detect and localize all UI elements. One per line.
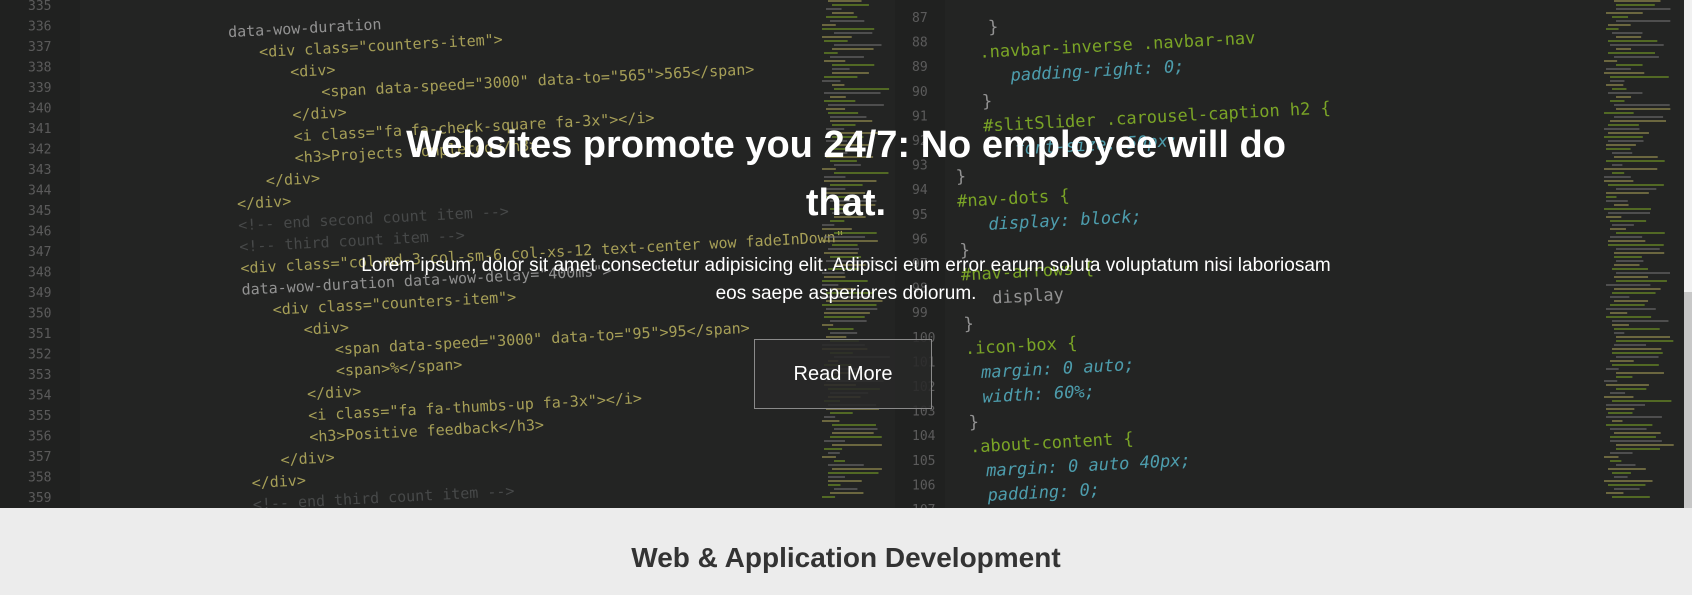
hero-content: Websites promote you 24/7: No employee w… — [0, 0, 1692, 508]
hero-title: Websites promote you 24/7: No employee w… — [406, 124, 1286, 224]
services-section: Web & Application Development — [0, 508, 1692, 595]
scrollbar-track[interactable] — [1684, 0, 1692, 508]
hero-banner: 335 336 337 338 339 340 341 342 343 344 345 346 347 3… — [0, 0, 1692, 508]
section-title: Web & Application Development — [631, 542, 1061, 573]
read-more-button[interactable]: Read More — [754, 339, 932, 409]
scrollbar-thumb[interactable] — [1684, 0, 1692, 292]
hero-description: Lorem ipsum, dolor sit amet consectetur … — [361, 255, 1331, 304]
